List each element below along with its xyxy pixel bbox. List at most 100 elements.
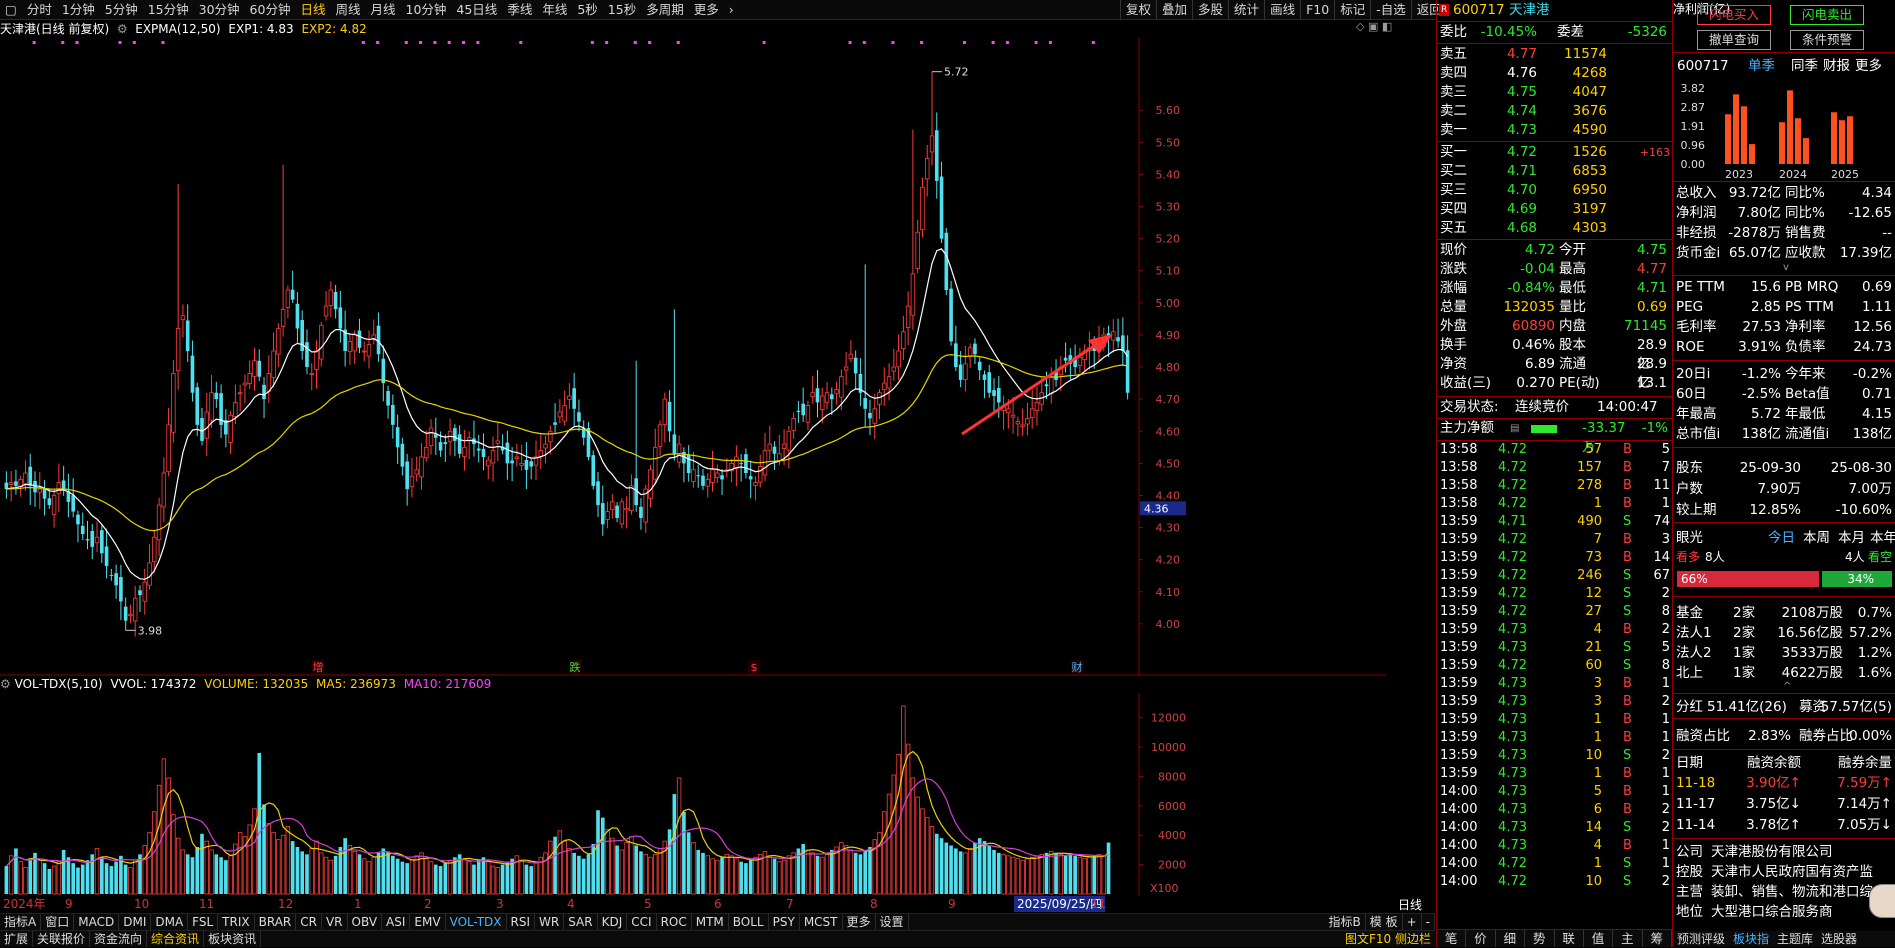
eye-tab[interactable]: 今日: [1768, 528, 1795, 548]
chevron-right-icon[interactable]: ›: [724, 0, 739, 20]
price-chart[interactable]: 5.60 5.50 5.40 5.30 5.20 5.10 5.00 4.90 4.80 4.70…: [0, 38, 1386, 676]
extension-tab[interactable]: 资金流向: [90, 931, 148, 947]
period-tab[interactable]: 5秒: [572, 0, 602, 20]
flow-chart-icon[interactable]: ▤: [1510, 419, 1519, 438]
indicator-tab[interactable]: DMA: [151, 914, 189, 930]
chart-tool-button[interactable]: 复权: [1120, 0, 1156, 20]
period-tab[interactable]: 年线: [537, 0, 572, 20]
period-tab[interactable]: 10分钟: [401, 0, 452, 20]
period-tab[interactable]: 分时: [22, 0, 57, 20]
quote-tab[interactable]: 主: [1613, 930, 1643, 947]
period-tab[interactable]: 60分钟: [245, 0, 296, 20]
indicator-tab[interactable]: EMV: [410, 914, 446, 930]
indicator-tab[interactable]: CR: [296, 914, 322, 930]
indicator-tab[interactable]: WR: [535, 914, 565, 930]
chart-tool-button[interactable]: -自选: [1370, 0, 1411, 20]
indicator-tab[interactable]: MTM: [692, 914, 729, 930]
fund-tab[interactable]: 财报: [1823, 56, 1850, 76]
indicator-tab[interactable]: ASI: [382, 914, 411, 930]
indicator-tab[interactable]: CCI: [627, 914, 657, 930]
quote-tab[interactable]: 势: [1525, 930, 1555, 947]
period-tab[interactable]: 月线: [365, 0, 400, 20]
chart-tool-button[interactable]: 统计: [1228, 0, 1264, 20]
period-tab[interactable]: 45日线: [451, 0, 502, 20]
indicator-tab[interactable]: 窗口: [41, 914, 75, 930]
fund-tab[interactable]: 更多: [1855, 56, 1882, 76]
eye-tab[interactable]: 本周: [1803, 528, 1830, 548]
fund-tab[interactable]: 单季: [1748, 56, 1775, 76]
period-tab[interactable]: 30分钟: [194, 0, 245, 20]
indicator-tab[interactable]: 指标A: [0, 914, 42, 930]
fund-bottom-link[interactable]: 板块指: [1729, 931, 1773, 947]
indicator-tab[interactable]: PSY: [769, 914, 800, 930]
chart-tool-button[interactable]: 画线: [1264, 0, 1300, 20]
indicator-tab[interactable]: BRAR: [255, 914, 297, 930]
sidebar-toggle[interactable]: 图文F10 侧边栏: [1345, 931, 1431, 948]
quote-tab[interactable]: 细: [1496, 930, 1526, 947]
eye-tab[interactable]: 本年: [1870, 528, 1895, 548]
chart-tool-button[interactable]: F10: [1300, 0, 1334, 20]
fund-bottom-link[interactable]: 选股器: [1817, 931, 1861, 947]
period-tab[interactable]: 5分钟: [100, 0, 143, 20]
settings-icon[interactable]: ⚙: [0, 677, 15, 691]
indicator-tab[interactable]: VR: [322, 914, 348, 930]
chevron-down-icon[interactable]: v: [1783, 262, 1789, 273]
chart-tool-button[interactable]: 标记: [1334, 0, 1370, 20]
extension-tab[interactable]: 关联报价: [33, 931, 91, 947]
chevron-up-icon[interactable]: ^: [1783, 681, 1791, 692]
indicator-tab[interactable]: OBV: [348, 914, 383, 930]
eye-tab[interactable]: 本月: [1838, 528, 1865, 548]
quote-tab[interactable]: 联: [1555, 930, 1584, 947]
indicator-tab[interactable]: VOL-TDX: [446, 914, 507, 930]
indicator-tab[interactable]: MCST: [800, 914, 843, 930]
extension-tab[interactable]: 板块资讯: [204, 931, 262, 947]
order-query-button[interactable]: 撤单查询: [1697, 30, 1771, 50]
window-icon[interactable]: ▢: [0, 0, 22, 20]
bull-bear-bar[interactable]: 66% 34%: [1677, 571, 1892, 587]
indicator-tab[interactable]: 更多: [843, 914, 876, 930]
indicator-tab[interactable]: FSL: [188, 914, 219, 930]
indicator-tab[interactable]: RSI: [507, 914, 536, 930]
chart-window-icons[interactable]: ◇ ▣ ◧: [1356, 20, 1392, 33]
quote-tab[interactable]: 筹: [1643, 930, 1672, 947]
fund-tab[interactable]: 同季: [1791, 56, 1818, 76]
indicator-tab[interactable]: SAR: [564, 914, 598, 930]
candlestick-svg[interactable]: 5.60 5.50 5.40 5.30 5.20 5.10 5.00 4.90 4.80 4.70…: [0, 38, 1386, 676]
flash-buy-button[interactable]: 闪电买入: [1697, 5, 1771, 25]
indicator-tab-right[interactable]: -: [1422, 914, 1435, 931]
quote-tab[interactable]: 笔: [1437, 930, 1467, 947]
period-tab[interactable]: 多周期: [641, 0, 689, 20]
period-tab[interactable]: 更多: [689, 0, 724, 20]
fund-bottom-link[interactable]: 预测评级: [1673, 931, 1729, 947]
indicator-tab-right[interactable]: +: [1403, 914, 1422, 931]
indicator-name[interactable]: EXPMA(12,50): [135, 22, 220, 36]
period-tab[interactable]: 周线: [330, 0, 365, 20]
volume-svg[interactable]: 12000 10000 8000 6000 4000 2000 X100: [0, 693, 1386, 896]
flash-sell-button[interactable]: 闪电卖出: [1790, 5, 1864, 25]
chart-tool-button[interactable]: 多股: [1192, 0, 1228, 20]
indicator-tab[interactable]: ROC: [657, 914, 692, 930]
period-tab[interactable]: 季线: [502, 0, 537, 20]
chart-tool-button[interactable]: 叠加: [1156, 0, 1192, 20]
quote-tab[interactable]: 值: [1584, 930, 1614, 947]
indicator-tab[interactable]: KDJ: [598, 914, 628, 930]
indicator-tab[interactable]: 设置: [876, 914, 909, 930]
condition-alert-button[interactable]: 条件预警: [1790, 30, 1864, 50]
extension-tab[interactable]: 扩展: [0, 931, 34, 947]
indicator-tab[interactable]: MACD: [74, 914, 120, 930]
period-tab[interactable]: 日线: [295, 0, 330, 20]
indicator-tab[interactable]: DMI: [119, 914, 152, 930]
extension-tab[interactable]: 综合资讯: [147, 931, 205, 947]
indicator-tab[interactable]: BOLL: [729, 914, 769, 930]
period-tab[interactable]: 15秒: [603, 0, 641, 20]
indicator-tab-right[interactable]: 指标B: [1325, 914, 1366, 931]
assistant-avatar[interactable]: [1869, 884, 1895, 918]
indicator-tab[interactable]: TRIX: [218, 914, 255, 930]
quote-tab[interactable]: 价: [1466, 930, 1496, 947]
vol-indicator-name[interactable]: VOL-TDX(5,10): [15, 677, 103, 691]
indicator-tab-right[interactable]: 模 板: [1366, 914, 1403, 931]
period-tab[interactable]: 15分钟: [143, 0, 194, 20]
fund-bottom-link[interactable]: 主题库: [1773, 931, 1817, 947]
settings-icon[interactable]: ⚙: [113, 22, 131, 36]
volume-chart[interactable]: 12000 10000 8000 6000 4000 2000 X100: [0, 693, 1386, 896]
